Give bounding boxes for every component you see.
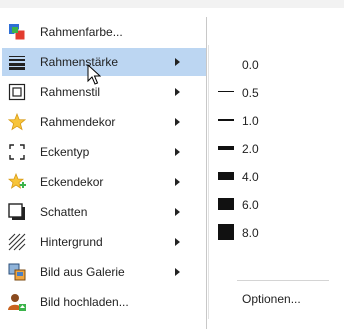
line-sample [218, 172, 234, 180]
line-sample [218, 198, 234, 210]
color-squares-icon [8, 23, 26, 41]
line-sample [218, 119, 234, 121]
submenu-item-4-0[interactable]: 4.0 [209, 162, 329, 190]
line-sample [218, 91, 234, 92]
submenu-arrow-icon [175, 58, 180, 66]
submenu-arrow-icon [175, 178, 180, 186]
star-icon [8, 113, 26, 131]
menu-item-label: Rahmendekor [40, 115, 116, 129]
menu-item-label: Bild hochladen... [40, 295, 129, 309]
submenu-item-0-5[interactable]: 0.5 [209, 78, 329, 106]
submenu-arrow-icon [175, 238, 180, 246]
menu-item-rahmenstil[interactable]: Rahmenstil [2, 78, 206, 106]
submenu-item-label: 1.0 [242, 114, 259, 128]
menu-item-schatten[interactable]: Schatten [2, 198, 206, 226]
star-plus-icon [8, 173, 26, 191]
menu-item-label: Rahmenstil [40, 85, 101, 99]
submenu-options-item[interactable]: Optionen... [242, 292, 301, 306]
upload-user-icon [8, 293, 26, 311]
frame-style-icon [8, 83, 26, 101]
menu-item-label: Bild aus Galerie [40, 265, 125, 279]
menu-item-label: Eckentyp [40, 145, 90, 159]
submenu-item-label: 4.0 [242, 170, 259, 184]
submenu-item-label: 0.0 [242, 58, 259, 72]
menu-item-eckendekor[interactable]: Eckendekor [2, 168, 206, 196]
corners-icon [8, 143, 26, 161]
context-menu: Rahmenfarbe... Rahmenstärke Rahmenstil R… [0, 17, 207, 329]
line-sample [218, 224, 234, 240]
submenu-item-label: 0.5 [242, 86, 259, 100]
menu-item-bild-aus-galerie[interactable]: Bild aus Galerie [2, 258, 206, 286]
submenu-arrow-icon [175, 268, 180, 276]
menu-item-bild-hochladen[interactable]: Bild hochladen... [2, 288, 206, 316]
menu-item-eckentyp[interactable]: Eckentyp [2, 138, 206, 166]
submenu-arrow-icon [175, 148, 180, 156]
submenu-item-2-0[interactable]: 2.0 [209, 134, 329, 162]
menu-item-label: Rahmenstärke [40, 55, 119, 69]
line-sample [218, 146, 234, 150]
shadow-box-icon [8, 203, 26, 221]
submenu-item-8-0[interactable]: 8.0 [209, 218, 329, 246]
menu-item-hintergrund[interactable]: Hintergrund [2, 228, 206, 256]
menu-item-rahmenfarbe[interactable]: Rahmenfarbe... [2, 18, 206, 46]
menu-item-label: Rahmenfarbe... [40, 25, 123, 39]
submenu-item-label: 8.0 [242, 226, 259, 240]
gallery-icon [8, 263, 26, 281]
line-weight-icon [8, 53, 26, 71]
mouse-pointer-icon [87, 64, 101, 85]
submenu-item-6-0[interactable]: 6.0 [209, 190, 329, 218]
line-weight-submenu: 0.0 0.5 1.0 2.0 4.0 6.0 8.0 Optionen... [208, 45, 329, 319]
submenu-item-0-0[interactable]: 0.0 [209, 50, 329, 78]
menu-item-label: Eckendekor [40, 175, 104, 189]
submenu-arrow-icon [175, 208, 180, 216]
menu-item-label: Schatten [40, 205, 88, 219]
menu-item-rahmenstaerke[interactable]: Rahmenstärke [2, 48, 206, 76]
background-strip [0, 0, 344, 8]
submenu-item-1-0[interactable]: 1.0 [209, 106, 329, 134]
submenu-arrow-icon [175, 88, 180, 96]
submenu-item-label: 2.0 [242, 142, 259, 156]
submenu-arrow-icon [175, 118, 180, 126]
menu-item-label: Hintergrund [40, 235, 103, 249]
submenu-separator [237, 280, 329, 281]
submenu-item-label: 6.0 [242, 198, 259, 212]
menu-item-rahmendekor[interactable]: Rahmendekor [2, 108, 206, 136]
hatch-icon [8, 233, 26, 251]
